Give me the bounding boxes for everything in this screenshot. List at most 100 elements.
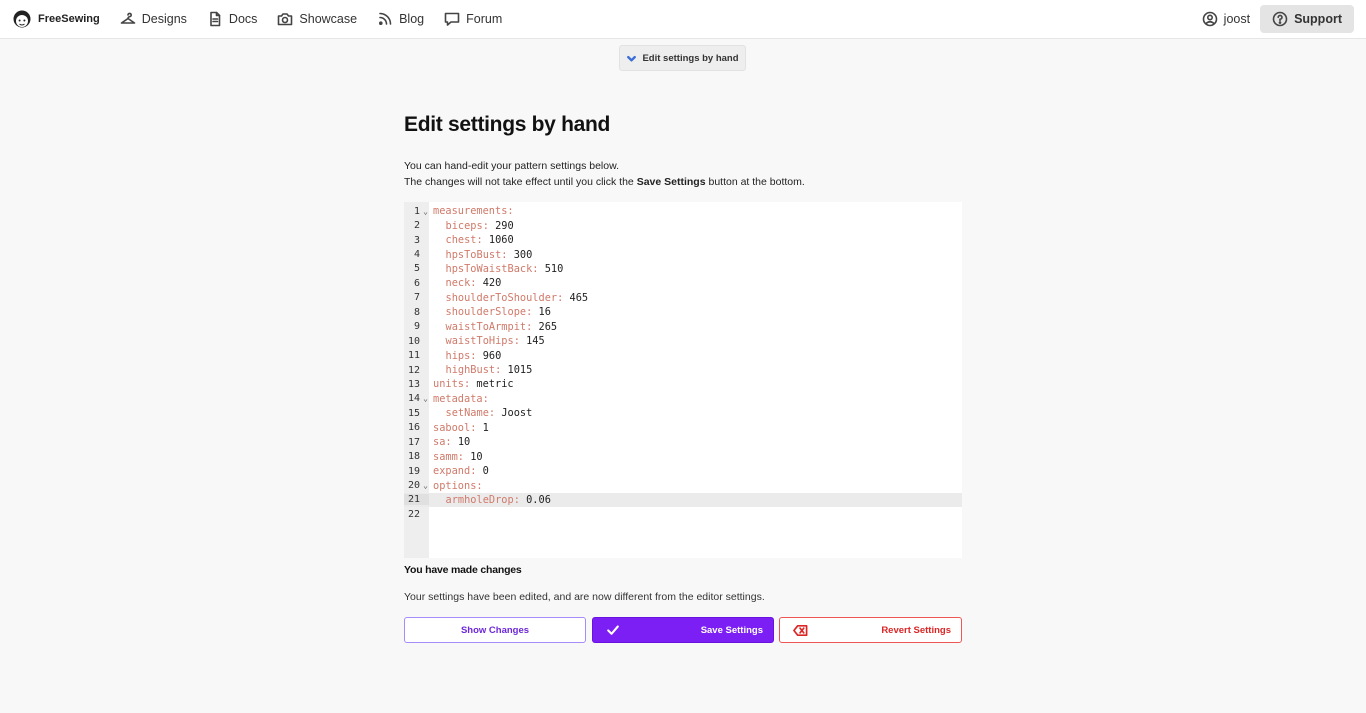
username-label: joost <box>1223 12 1251 26</box>
question-circle-icon <box>1272 11 1288 27</box>
nav-item-docs[interactable]: Docs <box>197 5 267 33</box>
toggle-label: Edit settings by hand <box>642 52 739 64</box>
editor-line[interactable]: 16 sabool: 1 <box>404 421 962 435</box>
yaml-editor[interactable]: 1 ⌄ measurements: 2 biceps: 290 3 chest: 1060 4… <box>404 202 962 558</box>
yaml-value: 145 <box>526 335 545 348</box>
nav-item-designs[interactable]: Designs <box>110 5 197 33</box>
yaml-key: waistToHips: <box>445 335 520 348</box>
nav-item-label: Blog <box>399 12 425 26</box>
show-changes-button[interactable]: Show Changes <box>404 617 586 643</box>
editor-line[interactable]: 10 waistToHips: 145 <box>404 334 962 348</box>
line-number: 9 <box>413 321 420 333</box>
editor-line[interactable]: 9 waistToArmpit: 265 <box>404 320 962 334</box>
yaml-key: waistToArmpit: <box>445 320 533 333</box>
edit-by-hand-toggle[interactable]: Edit settings by hand <box>619 45 746 71</box>
line-code: highBust: 1015 <box>429 364 533 376</box>
line-number: 8 <box>413 306 420 318</box>
nav-right: joost Support <box>1192 0 1354 38</box>
editor-line[interactable]: 20 ⌄ options: <box>404 478 962 492</box>
yaml-key: options: <box>433 479 483 492</box>
editor-line[interactable]: 1 ⌄ measurements: <box>404 204 962 218</box>
yaml-key: armholeDrop: <box>445 493 520 506</box>
intro-line-2-pre: The changes will not take effect until y… <box>404 175 637 188</box>
brand-label: FreeSewing <box>38 13 100 25</box>
editor-line[interactable]: 3 chest: 1060 <box>404 233 962 247</box>
editor-line[interactable]: 11 hips: 960 <box>404 348 962 362</box>
line-code: neck: 420 <box>429 277 502 290</box>
line-code: shoulderSlope: 16 <box>429 306 551 318</box>
yaml-key: sabool: <box>433 421 477 434</box>
brand-link[interactable]: FreeSewing <box>12 5 110 33</box>
editor-line[interactable]: 21 armholeDrop: 0.06 <box>404 492 962 508</box>
line-code: sa: 10 <box>429 436 470 448</box>
support-label: Support <box>1294 12 1342 26</box>
yaml-value: 300 <box>513 248 533 261</box>
yaml-value: metric <box>476 378 514 391</box>
editor-line[interactable]: 18 samm: 10 <box>404 449 962 463</box>
editor-line[interactable]: 5 hpsToWaistBack: 510 <box>404 262 962 276</box>
freesewing-logo-icon <box>12 8 32 30</box>
show-changes-label: Show Changes <box>460 624 530 636</box>
line-number: 3 <box>413 234 420 246</box>
line-code: metadata: <box>429 393 489 405</box>
editor-line[interactable]: 8 shoulderSlope: 16 <box>404 305 962 319</box>
yaml-value: 0.06 <box>526 493 551 506</box>
editor-line[interactable]: 19 expand: 0 <box>404 464 962 478</box>
intro-text: You can hand-edit your pattern settings … <box>404 159 805 190</box>
line-code: waistToArmpit: 265 <box>429 320 558 333</box>
check-icon <box>605 622 621 638</box>
yaml-key: metadata: <box>433 392 489 405</box>
line-code: hpsToBust: 300 <box>429 248 533 261</box>
fold-chevron-icon[interactable]: ⌄ <box>423 207 428 216</box>
nav-item-forum[interactable]: Forum <box>434 5 512 33</box>
editor-line[interactable]: 4 hpsToBust: 300 <box>404 247 962 261</box>
line-code: options: <box>429 480 483 492</box>
editor-line[interactable]: 12 highBust: 1015 <box>404 363 962 377</box>
line-code: measurements: <box>429 205 514 217</box>
revert-settings-button[interactable]: Revert Settings <box>779 617 962 643</box>
intro-line-2-post: button at the bottom. <box>705 175 805 188</box>
yaml-value: 1 <box>482 421 489 434</box>
line-number: 13 <box>407 378 420 390</box>
intro-line-1: You can hand-edit your pattern settings … <box>404 160 620 172</box>
editor-line[interactable]: 22 <box>404 507 962 521</box>
code-lines[interactable]: 1 ⌄ measurements: 2 biceps: 290 3 chest: 1060 4… <box>404 204 962 522</box>
line-number: 5 <box>413 263 420 275</box>
fold-chevron-icon[interactable]: ⌄ <box>423 481 428 490</box>
yaml-key: shoulderSlope: <box>445 306 533 319</box>
line-number: 1 ⌄ <box>413 205 428 217</box>
editor-line[interactable]: 7 shoulderToShoulder: 465 <box>404 291 962 305</box>
line-number: 11 <box>407 350 420 362</box>
save-settings-button[interactable]: Save Settings <box>592 617 774 643</box>
editor-line[interactable]: 15 setName: Joost <box>404 406 962 420</box>
line-number: 2 <box>413 220 420 232</box>
changes-description: Your settings have been edited, and are … <box>404 591 765 603</box>
editor-line[interactable]: 14 ⌄ metadata: <box>404 392 962 406</box>
yaml-key: chest: <box>445 234 483 247</box>
line-number: 16 <box>407 422 420 434</box>
yaml-key: neck: <box>445 277 477 290</box>
yaml-value: 10 <box>457 436 471 449</box>
line-number: 12 <box>407 364 420 376</box>
line-number: 6 <box>413 277 420 289</box>
yaml-value: 510 <box>544 262 564 275</box>
yaml-value: 420 <box>482 277 502 290</box>
save-settings-label: Save Settings <box>700 624 763 636</box>
line-code: sabool: 1 <box>429 422 489 434</box>
user-account-link[interactable]: joost <box>1192 5 1260 33</box>
rss-icon <box>377 11 393 27</box>
yaml-key: setName: <box>445 407 496 420</box>
yaml-value: 0 <box>482 465 489 478</box>
nav-item-showcase[interactable]: Showcase <box>267 5 367 33</box>
line-code: hips: 960 <box>429 350 502 362</box>
nav-item-blog[interactable]: Blog <box>367 5 434 33</box>
yaml-value: 10 <box>470 450 483 463</box>
fold-chevron-icon[interactable]: ⌄ <box>423 394 428 403</box>
yaml-value: 1060 <box>488 234 514 247</box>
support-button[interactable]: Support <box>1260 5 1354 33</box>
editor-line[interactable]: 6 neck: 420 <box>404 276 962 290</box>
editor-line[interactable]: 13 units: metric <box>404 377 962 391</box>
editor-line[interactable]: 2 biceps: 290 <box>404 218 962 232</box>
editor-line[interactable]: 17 sa: 10 <box>404 435 962 449</box>
yaml-key: hpsToBust: <box>445 248 508 261</box>
